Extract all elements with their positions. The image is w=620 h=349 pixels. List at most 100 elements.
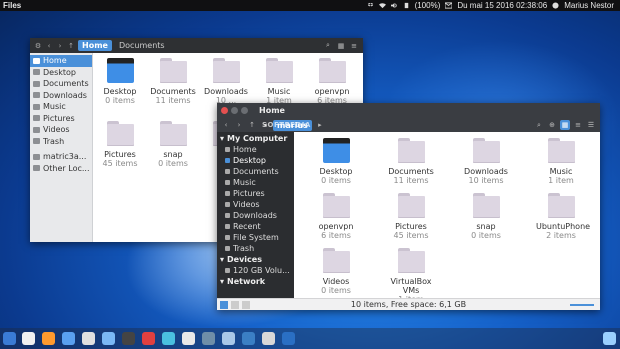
active-app-name[interactable]: Files (0, 1, 21, 10)
file-item[interactable]: Videos 0 items (311, 248, 361, 295)
volume-icon[interactable] (390, 2, 398, 9)
sidebar-item[interactable]: Downloads (30, 90, 92, 102)
dock-app-icon[interactable] (22, 332, 35, 345)
dock-app-icon[interactable] (82, 332, 95, 345)
sidebar-item[interactable]: matric3a... (30, 151, 92, 163)
file-name: Desktop (319, 167, 353, 176)
file-item[interactable]: openvpn 6 items (311, 193, 361, 240)
sidebar-item[interactable]: Other Loc... (30, 163, 92, 175)
file-item[interactable]: Documents 11 items (386, 138, 436, 185)
sidebar-item[interactable]: Home (217, 144, 291, 155)
file-item[interactable]: Documents 11 items (148, 58, 198, 105)
file-item[interactable]: Music 1 item (254, 58, 304, 105)
grid-view-icon[interactable]: ▦ (336, 41, 346, 51)
file-item[interactable]: Downloads 10 ... (201, 58, 251, 105)
dock-app-icon[interactable] (242, 332, 255, 345)
chevron-left-icon[interactable]: ‹ (45, 42, 53, 50)
sidebar-item[interactable]: File System (217, 232, 291, 243)
wifi-icon[interactable] (378, 2, 386, 9)
forward-arrow-icon[interactable]: › (234, 120, 244, 130)
zoom-icon[interactable]: ⊕ (547, 120, 557, 130)
dock-app-icon[interactable] (162, 332, 175, 345)
sidebar-item[interactable]: Music (217, 177, 291, 188)
user-icon[interactable] (552, 2, 559, 9)
sidebar-item[interactable]: Recent (217, 221, 291, 232)
dock-app-icon[interactable] (3, 332, 16, 345)
breadcrumb-documents[interactable]: Documents (115, 40, 169, 51)
file-item[interactable]: openvpn 6 items (307, 58, 357, 105)
window-titlebar[interactable]: Home (217, 103, 600, 118)
dock-app-icon[interactable] (42, 332, 55, 345)
up-arrow-icon[interactable]: ↑ (67, 42, 75, 50)
sidebar-item[interactable]: Desktop (30, 67, 92, 79)
minimize-icon[interactable] (231, 107, 238, 114)
file-item[interactable]: Pictures 45 items (95, 121, 145, 168)
sidebar-item[interactable]: Home (30, 55, 92, 67)
window-titlebar[interactable]: ⚙ ‹ › ↑ Home Documents ⌕ ▦ ≡ (30, 38, 363, 53)
sidebar-item[interactable]: Videos (30, 124, 92, 136)
file-item[interactable]: snap 0 items (148, 121, 198, 168)
sidebar-item[interactable]: Desktop (217, 155, 291, 166)
file-manager-window-front[interactable]: Home ‹ › ↑ ◂ marius ▸ ⌕ ⊕ ▦ ≡ ☰ ▾ My Comp… (217, 103, 600, 310)
file-item[interactable]: Pictures 45 items (386, 193, 436, 240)
dock-app-icon[interactable] (202, 332, 215, 345)
sidebar-item[interactable]: Downloads (217, 210, 291, 221)
dock-app-icon[interactable] (102, 332, 115, 345)
status-text: 10 items, Free space: 6,1 GB (350, 300, 467, 309)
back-arrow-icon[interactable]: ‹ (221, 120, 231, 130)
file-item[interactable]: Downloads 10 items (461, 138, 511, 185)
chevron-right-icon[interactable]: › (56, 42, 64, 50)
sidebar-item[interactable]: Music (30, 101, 92, 113)
sidebar-item-label: Recent (233, 222, 261, 231)
search-icon[interactable]: ⌕ (323, 41, 333, 51)
sidebar-item[interactable]: Trash (30, 136, 92, 148)
dock-app-icon[interactable] (262, 332, 275, 345)
sidebar-item[interactable]: Documents (217, 166, 291, 177)
maximize-icon[interactable] (241, 107, 248, 114)
sidebar-item[interactable]: Trash (217, 243, 291, 254)
list-view-icon[interactable]: ≡ (573, 120, 583, 130)
dock-app-icon[interactable] (142, 332, 155, 345)
compact-view-icon[interactable]: ☰ (586, 120, 596, 130)
file-item[interactable]: snap 0 items (461, 193, 511, 240)
dock-app-icon[interactable] (62, 332, 75, 345)
folder-icon (33, 103, 40, 110)
file-count: 45 items (102, 159, 138, 168)
zoom-slider[interactable] (570, 304, 594, 306)
up-arrow-icon[interactable]: ↑ (247, 120, 257, 130)
breadcrumb-home[interactable]: Home (78, 40, 112, 51)
mail-icon[interactable] (445, 2, 453, 9)
sidebar-section-my-computer[interactable]: ▾ My Computer (217, 133, 291, 144)
gear-icon[interactable]: ⚙ (34, 42, 42, 50)
user-name[interactable]: Marius Nestor (564, 1, 614, 10)
file-item[interactable]: Desktop 0 items (311, 138, 361, 185)
folder-icon (397, 138, 425, 163)
close-icon[interactable] (221, 107, 228, 114)
file-item[interactable]: Music 1 item (536, 138, 586, 185)
file-item[interactable]: Desktop 0 items (95, 58, 145, 105)
sidebar-item[interactable]: 120 GB Volu... (217, 265, 291, 276)
dock-app-icon[interactable] (282, 332, 295, 345)
place-icon (225, 246, 230, 251)
dock-app-icon[interactable] (222, 332, 235, 345)
dock-app-icon[interactable] (182, 332, 195, 345)
sidebar-section-network[interactable]: ▾ Network (217, 276, 291, 287)
sidebar-item[interactable]: Documents (30, 78, 92, 90)
sidebar-item[interactable]: Pictures (30, 113, 92, 125)
sidebar-item[interactable]: Videos (217, 199, 291, 210)
sidebar-section-devices[interactable]: ▾ Devices (217, 254, 291, 265)
dropbox-icon[interactable] (367, 2, 374, 9)
grid-view-icon[interactable]: ▦ (560, 120, 570, 130)
clock[interactable]: Du mai 15 2016 02:38:06 (457, 1, 547, 10)
place-icon (225, 202, 230, 207)
sidebar-item[interactable]: Pictures (217, 188, 291, 199)
file-item[interactable]: UbuntuPhone 2 items (536, 193, 590, 240)
path-next-icon[interactable]: ▸ (315, 120, 325, 130)
folder-icon (212, 58, 240, 83)
dock-app-icon[interactable] (603, 332, 616, 345)
file-item[interactable]: VirtualBox VMs1 item (386, 248, 436, 304)
battery-icon[interactable] (403, 2, 410, 9)
list-view-icon[interactable]: ≡ (349, 41, 359, 51)
dock-app-icon[interactable] (122, 332, 135, 345)
search-icon[interactable]: ⌕ (534, 120, 544, 130)
